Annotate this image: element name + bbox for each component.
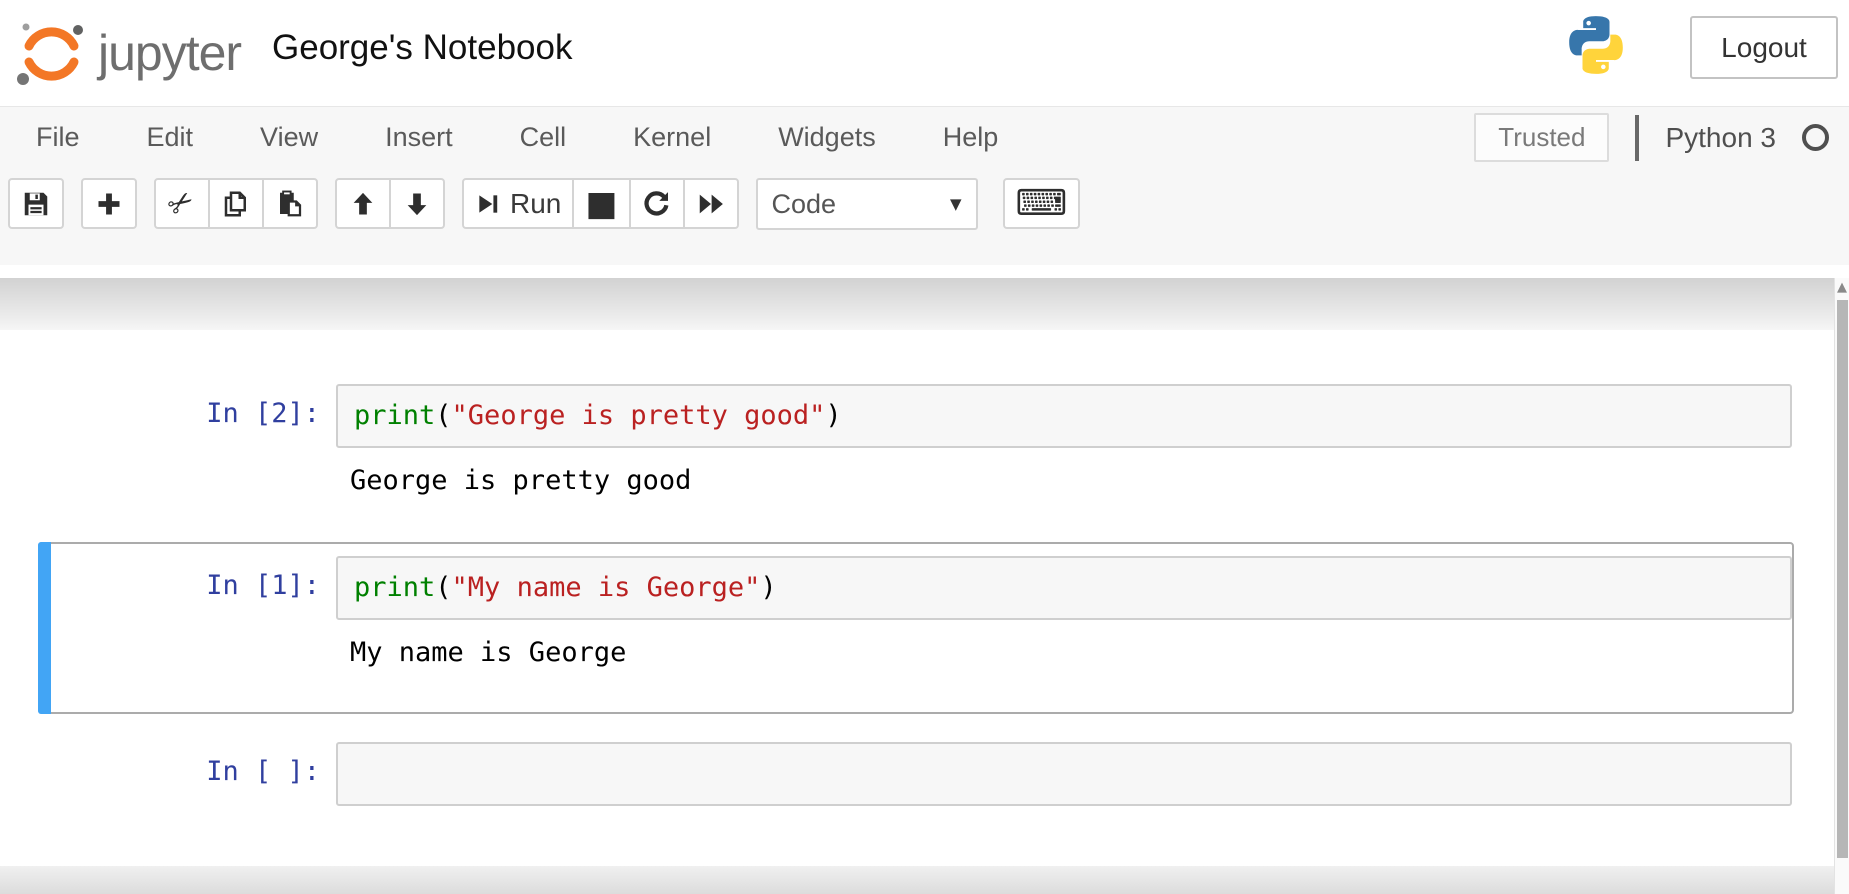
restart-run-all-button[interactable] bbox=[683, 178, 739, 229]
jupyter-logo[interactable]: jupyter bbox=[14, 16, 241, 90]
fast-forward-icon bbox=[696, 189, 726, 219]
scrollbar-thumb[interactable] bbox=[1837, 300, 1848, 858]
code-string: "My name is George" bbox=[452, 572, 761, 603]
menu-help[interactable]: Help bbox=[943, 122, 999, 153]
jupyter-logo-icon bbox=[14, 16, 88, 90]
header: jupyter George's Notebook Logout bbox=[0, 0, 1849, 107]
paste-cell-button[interactable] bbox=[262, 178, 318, 229]
kernel-divider bbox=[1635, 115, 1639, 161]
code-keyword: print bbox=[354, 400, 435, 431]
input-prompt: In [1]: bbox=[40, 556, 336, 601]
copy-cell-button[interactable] bbox=[208, 178, 264, 229]
save-icon bbox=[21, 189, 51, 219]
code-cell-1[interactable]: In [2]: print("George is pretty good") G… bbox=[38, 374, 1794, 520]
code-paren-open: ( bbox=[435, 400, 451, 431]
menubar: File Edit View Insert Cell Kernel Widget… bbox=[0, 107, 1849, 168]
code-cell-2-selected[interactable]: In [1]: print("My name is George") My na… bbox=[38, 542, 1794, 714]
code-paren-close: ) bbox=[825, 400, 841, 431]
notebook-bottom-shadow bbox=[0, 866, 1834, 894]
code-cell-3-empty[interactable]: In [ ]: bbox=[38, 732, 1794, 816]
add-cell-button[interactable] bbox=[81, 178, 137, 229]
toolbar: ✂ bbox=[0, 168, 1849, 265]
logout-button[interactable]: Logout bbox=[1690, 16, 1838, 79]
command-palette-button[interactable]: ⌨ bbox=[1003, 178, 1081, 229]
chevron-down-icon: ▼ bbox=[950, 195, 962, 213]
code-editor[interactable]: print("George is pretty good") bbox=[336, 384, 1792, 448]
run-label: Run bbox=[510, 188, 561, 220]
code-paren-close: ) bbox=[760, 572, 776, 603]
notebook: In [2]: print("George is pretty good") G… bbox=[0, 330, 1834, 866]
keyboard-icon: ⌨ bbox=[1016, 186, 1068, 222]
cell-output: My name is George bbox=[40, 620, 1792, 694]
kernel-name: Python 3 bbox=[1665, 122, 1776, 154]
cell-input-row: In [1]: print("My name is George") bbox=[40, 556, 1792, 620]
cell-output: George is pretty good bbox=[40, 448, 1792, 510]
scrollbar[interactable]: ▲ bbox=[1834, 278, 1849, 894]
restart-kernel-button[interactable] bbox=[629, 178, 685, 229]
notebook-top-shadow bbox=[0, 278, 1834, 330]
code-keyword: print bbox=[354, 572, 435, 603]
jupyter-logo-text: jupyter bbox=[98, 24, 241, 82]
input-prompt: In [ ]: bbox=[40, 742, 336, 787]
plus-icon bbox=[95, 190, 123, 218]
interrupt-kernel-button[interactable]: ■ bbox=[572, 178, 630, 229]
save-button[interactable] bbox=[8, 178, 64, 229]
move-cell-up-button[interactable] bbox=[335, 178, 391, 229]
python-logo-icon bbox=[1563, 12, 1629, 78]
kernel-idle-icon bbox=[1802, 124, 1829, 151]
menubar-right: Trusted Python 3 bbox=[1474, 107, 1829, 168]
cell-input-row: In [ ]: bbox=[40, 742, 1792, 806]
scrollbar-up-icon[interactable]: ▲ bbox=[1835, 280, 1849, 295]
paste-icon bbox=[275, 189, 305, 219]
trusted-badge[interactable]: Trusted bbox=[1474, 113, 1609, 162]
stop-icon: ■ bbox=[585, 187, 617, 221]
menu-file[interactable]: File bbox=[36, 122, 80, 153]
menu-widgets[interactable]: Widgets bbox=[778, 122, 876, 153]
code-string: "George is pretty good" bbox=[452, 400, 826, 431]
cut-cell-button[interactable]: ✂ bbox=[154, 178, 210, 229]
step-forward-icon bbox=[475, 191, 501, 217]
refresh-icon bbox=[642, 189, 672, 219]
input-prompt: In [2]: bbox=[40, 384, 336, 429]
run-cell-button[interactable]: Run bbox=[462, 178, 574, 229]
arrow-down-icon bbox=[403, 190, 431, 218]
menu-view[interactable]: View bbox=[260, 122, 318, 153]
copy-icon bbox=[221, 189, 251, 219]
scissors-icon: ✂ bbox=[163, 184, 201, 223]
code-editor[interactable]: print("My name is George") bbox=[336, 556, 1792, 620]
menu-kernel[interactable]: Kernel bbox=[633, 122, 711, 153]
arrow-up-icon bbox=[349, 190, 377, 218]
menu-cell[interactable]: Cell bbox=[520, 122, 567, 153]
cell-type-value: Code bbox=[772, 189, 837, 220]
menu-insert[interactable]: Insert bbox=[385, 122, 453, 153]
menu-edit[interactable]: Edit bbox=[147, 122, 194, 153]
code-editor[interactable] bbox=[336, 742, 1792, 806]
move-cell-down-button[interactable] bbox=[389, 178, 445, 229]
notebook-title[interactable]: George's Notebook bbox=[272, 28, 572, 68]
cell-input-row: In [2]: print("George is pretty good") bbox=[40, 384, 1792, 448]
cell-type-dropdown[interactable]: Code ▼ bbox=[756, 178, 978, 230]
code-paren-open: ( bbox=[435, 572, 451, 603]
